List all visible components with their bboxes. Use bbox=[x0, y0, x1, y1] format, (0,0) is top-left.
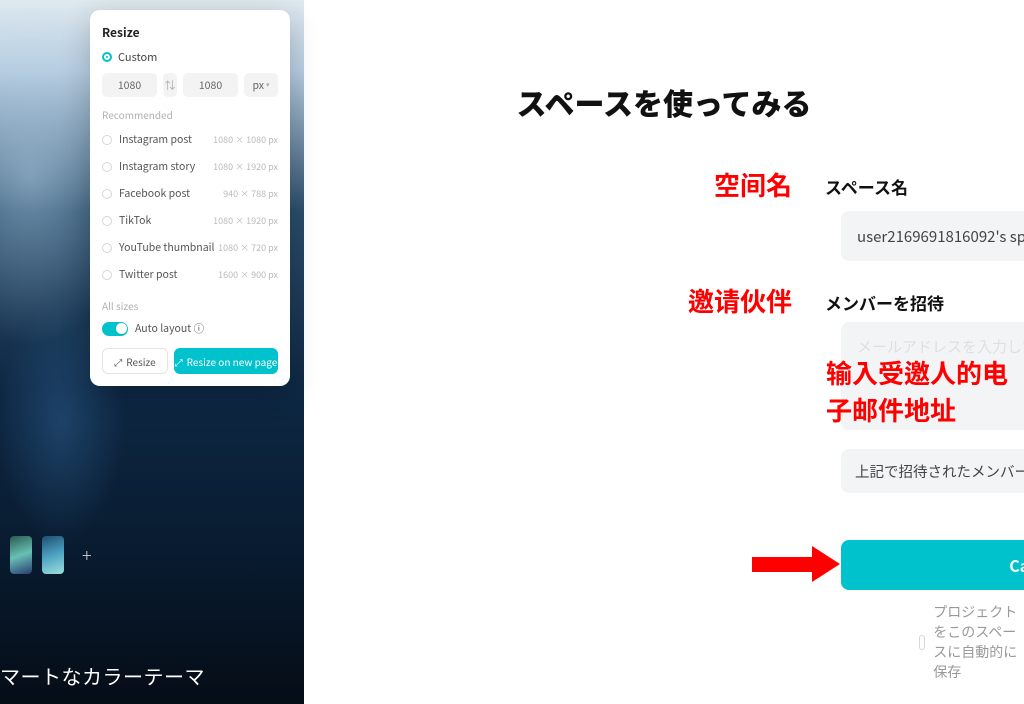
space-name-input[interactable]: user2169691816092's space bbox=[841, 211, 1024, 261]
add-theme-button[interactable]: + bbox=[82, 542, 92, 568]
auto-layout-label: Auto layout ⓘ bbox=[135, 321, 204, 336]
preset-list: Instagram post1080 × 1080 px Instagram s… bbox=[102, 126, 278, 288]
page-title: スペースを使ってみる bbox=[304, 80, 1024, 124]
theme-thumbnail[interactable] bbox=[10, 536, 32, 574]
resize-new-page-button[interactable]: ⤢Resize on new page bbox=[174, 348, 278, 374]
custom-label: Custom bbox=[118, 49, 157, 65]
preset-item[interactable]: Facebook post940 × 788 px bbox=[102, 180, 278, 207]
resize-title: Resize bbox=[102, 24, 278, 41]
width-input[interactable]: 1080 bbox=[102, 73, 157, 97]
annotation-invite: 邀请伙伴 bbox=[688, 282, 792, 319]
preset-item[interactable]: YouTube thumbnail1080 × 720 px bbox=[102, 234, 278, 261]
invited-members-dropdown[interactable]: 上記で招待されたメンバーは次のとおりです： ⌄ bbox=[841, 449, 1024, 493]
custom-option[interactable]: Custom bbox=[102, 49, 278, 65]
annotation-arrow bbox=[752, 546, 844, 582]
resize-button[interactable]: ⤢Resize bbox=[102, 348, 168, 374]
unit-select[interactable]: px▾ bbox=[244, 73, 278, 97]
auto-save-row: プロジェクトをこのスペースに自動的に保存 bbox=[919, 602, 1024, 682]
theme-thumbnail[interactable] bbox=[42, 536, 64, 574]
thumbnail-row: + bbox=[10, 536, 92, 574]
radio-icon bbox=[102, 270, 112, 280]
theme-caption: マートなカラーテーマ bbox=[0, 661, 205, 690]
resize-icon: ⤢ bbox=[114, 354, 122, 369]
section-recommended: Recommended bbox=[102, 107, 278, 122]
left-panel: Resize Custom 1080 ⇅ 1080 px▾ Recommende… bbox=[0, 0, 304, 704]
resize-card: Resize Custom 1080 ⇅ 1080 px▾ Recommende… bbox=[90, 10, 290, 386]
label-invite: メンバーを招待 bbox=[825, 290, 944, 315]
radio-icon bbox=[102, 135, 112, 145]
annotation-space-name: 空间名 bbox=[714, 166, 792, 203]
height-input[interactable]: 1080 bbox=[183, 73, 238, 97]
section-all-sizes: All sizes bbox=[102, 298, 278, 313]
radio-icon bbox=[102, 216, 112, 226]
annotation-enter-email: 输入受邀人的电子邮件地址 bbox=[826, 354, 1024, 428]
launch-capcut-button[interactable]: CapCutを起動 bbox=[841, 540, 1024, 590]
radio-selected-icon bbox=[102, 52, 112, 62]
radio-icon bbox=[102, 162, 112, 172]
auto-save-label: プロジェクトをこのスペースに自動的に保存 bbox=[933, 602, 1024, 682]
radio-icon bbox=[102, 243, 112, 253]
radio-icon bbox=[102, 189, 112, 199]
link-dimensions-icon[interactable]: ⇅ bbox=[163, 73, 177, 97]
auto-layout-toggle[interactable] bbox=[102, 322, 128, 336]
auto-save-checkbox[interactable] bbox=[919, 635, 925, 650]
preset-item[interactable]: Instagram story1080 × 1920 px bbox=[102, 153, 278, 180]
preset-item[interactable]: Instagram post1080 × 1080 px bbox=[102, 126, 278, 153]
resize-icon: ⤢ bbox=[175, 354, 183, 369]
right-panel: スペースを使ってみる 空间名 スペース名 user2169691816092's… bbox=[304, 0, 1024, 704]
label-space-name: スペース名 bbox=[825, 174, 908, 199]
preset-item[interactable]: Twitter post1600 × 900 px bbox=[102, 261, 278, 288]
preset-item[interactable]: TikTok1080 × 1920 px bbox=[102, 207, 278, 234]
